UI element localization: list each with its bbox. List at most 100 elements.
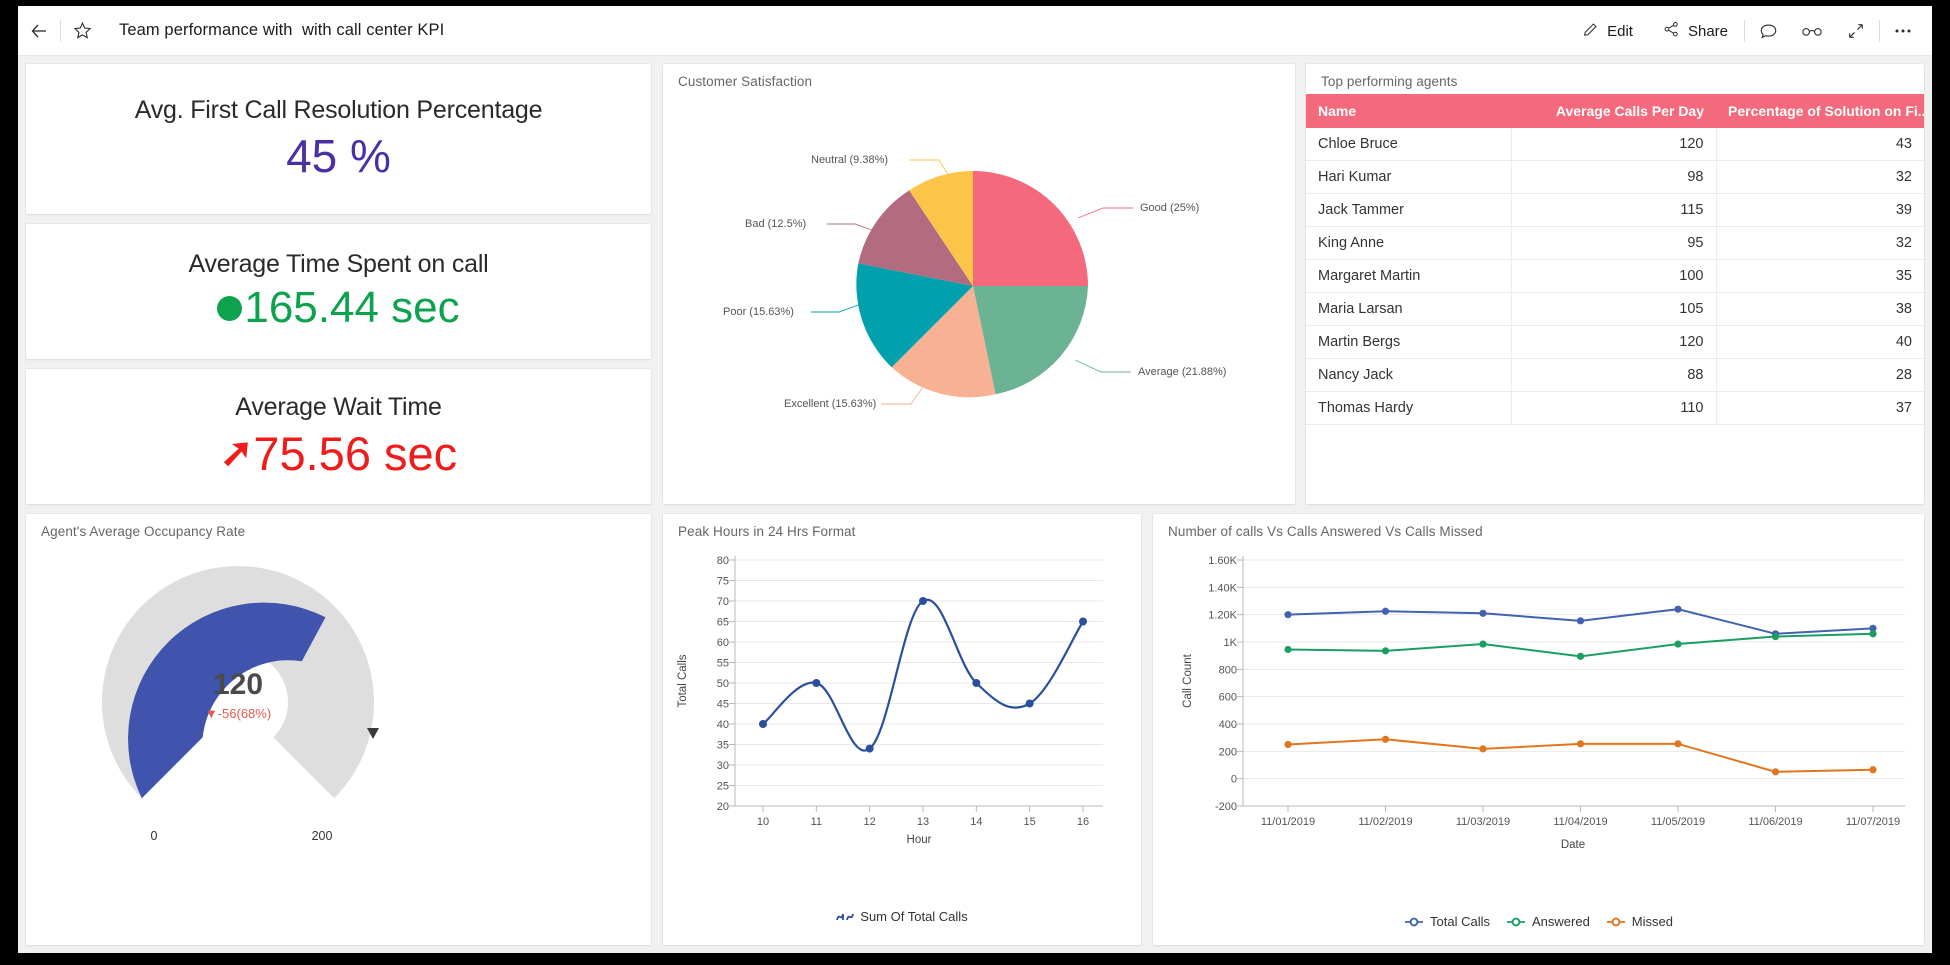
kpi-value: 165.44 sec	[244, 283, 460, 332]
kpi-card-avg-wait-time[interactable]: Average Wait Time ➚ 75.56 sec	[26, 369, 651, 504]
calls-series-group[interactable]	[1284, 605, 1877, 776]
agents-table-wrapper[interactable]: Name Average Calls Per Day Percentage of…	[1306, 94, 1924, 494]
calls-point-answered-3[interactable]	[1576, 652, 1585, 660]
table-row[interactable]: Maria Larsan 105 38	[1306, 292, 1924, 326]
cell-avg-calls: 105	[1511, 292, 1717, 326]
gauge-chart[interactable]: 120 ▼-56(68%) 0 200	[26, 542, 651, 937]
cell-pct-solution: 38	[1716, 292, 1924, 326]
calls-point-missed-3[interactable]	[1576, 740, 1585, 748]
cell-avg-calls: 110	[1511, 391, 1717, 425]
calls-point-total-calls-3[interactable]	[1576, 617, 1585, 625]
back-arrow-icon[interactable]	[18, 10, 60, 52]
panel-top-performing-agents[interactable]: Top performing agents Name Average Calls…	[1306, 64, 1924, 504]
peak-point-15[interactable]	[1025, 699, 1034, 708]
peak-x-tick: 11	[811, 816, 822, 828]
pie-leader-bad	[827, 223, 878, 233]
calls-point-total-calls-4[interactable]	[1674, 605, 1682, 613]
peak-point-12[interactable]	[865, 744, 874, 753]
kpi-card-first-call-resolution[interactable]: Avg. First Call Resolution Percentage 45…	[26, 64, 651, 214]
column-header-pct-solution[interactable]: Percentage of Solution on Fi...	[1716, 94, 1924, 128]
table-row[interactable]: Chloe Bruce 120 43	[1306, 128, 1924, 161]
table-row[interactable]: Margaret Martin 100 35	[1306, 259, 1924, 293]
kpi-card-avg-time-on-call[interactable]: Average Time Spent on call 165.44 sec	[26, 224, 651, 359]
table-row[interactable]: Jack Tammer 115 39	[1306, 193, 1924, 227]
table-row[interactable]: King Anne 95 32	[1306, 226, 1924, 260]
more-options-icon[interactable]	[1882, 10, 1924, 52]
calls-point-answered-6[interactable]	[1869, 630, 1877, 638]
peak-point-11[interactable]	[812, 679, 821, 687]
calls-point-total-calls-0[interactable]	[1284, 611, 1292, 619]
panel-peak-hours[interactable]: Peak Hours in 24 Hrs Format 20 25 30 35 40 45…	[663, 514, 1141, 945]
peak-y-tick: 35	[717, 740, 729, 752]
calls-point-total-calls-2[interactable]	[1479, 609, 1487, 617]
edit-button[interactable]: Edit	[1568, 13, 1647, 49]
calls-y-axis-title: Call Count	[1182, 653, 1194, 707]
cell-avg-calls: 100	[1511, 259, 1717, 293]
panel-customer-satisfaction[interactable]: Customer Satisfaction Good (25%) Average…	[663, 64, 1295, 504]
peak-x-tick: 16	[1077, 816, 1089, 828]
comment-icon[interactable]	[1747, 10, 1789, 52]
calls-x-axis-title: Date	[1561, 839, 1585, 851]
calls-point-missed-0[interactable]	[1284, 740, 1292, 749]
pie-label-bad: Bad (12.5%)	[745, 218, 807, 230]
pie-label-neutral: Neutral (9.38%)	[811, 154, 889, 166]
column-header-name[interactable]: Name	[1306, 94, 1511, 128]
calls-point-missed-1[interactable]	[1381, 735, 1390, 743]
legend-item-total-calls[interactable]: Total Calls	[1404, 914, 1490, 929]
calls-x-tick: 11/07/2019	[1846, 816, 1900, 828]
panel-occupancy-rate[interactable]: Agent's Average Occupancy Rate 120 ▼-56(…	[26, 514, 651, 945]
cell-name: Martin Bergs	[1306, 325, 1512, 359]
legend-label: Total Calls	[1430, 914, 1490, 929]
calls-point-missed-2[interactable]	[1479, 745, 1487, 753]
favorite-star-icon[interactable]	[61, 10, 103, 52]
kpi-label: Avg. First Call Resolution Percentage	[134, 95, 543, 124]
cell-avg-calls: 88	[1511, 358, 1717, 392]
calls-point-missed-4[interactable]	[1674, 740, 1682, 748]
legend-item-missed[interactable]: Missed	[1606, 914, 1673, 929]
panel-title: Peak Hours in 24 Hrs Format	[678, 524, 856, 539]
fullscreen-icon[interactable]	[1835, 10, 1877, 52]
calls-point-answered-2[interactable]	[1479, 640, 1487, 648]
agents-table: Name Average Calls Per Day Percentage of…	[1306, 94, 1924, 425]
calls-point-answered-4[interactable]	[1674, 640, 1682, 648]
share-icon	[1663, 21, 1680, 42]
calls-y-tick: 600	[1219, 692, 1237, 704]
peak-point-16[interactable]	[1079, 617, 1087, 626]
calls-x-axis: 11/01/2019 11/02/2019 11/03/2019 11/04/2019…	[1261, 806, 1900, 828]
column-header-avg-calls[interactable]: Average Calls Per Day	[1511, 94, 1716, 128]
peak-y-tick: 40	[717, 719, 729, 731]
cell-pct-solution: 40	[1716, 325, 1924, 359]
peak-data-points[interactable]	[759, 597, 1087, 753]
table-row[interactable]: Nancy Jack 88 28	[1306, 358, 1924, 392]
calls-x-tick: 11/04/2019	[1553, 816, 1607, 828]
calls-point-total-calls-1[interactable]	[1381, 607, 1390, 615]
share-button[interactable]: Share	[1649, 13, 1742, 49]
table-row[interactable]: Thomas Hardy 110 37	[1306, 391, 1924, 425]
table-row[interactable]: Hari Kumar 98 32	[1306, 160, 1924, 194]
pie-chart[interactable]	[663, 96, 1295, 496]
legend-label: Sum Of Total Calls	[860, 909, 968, 924]
reading-view-glasses-icon[interactable]	[1791, 10, 1833, 52]
calls-y-tick: 1.60K	[1208, 555, 1237, 567]
calls-point-answered-1[interactable]	[1381, 647, 1390, 655]
calls-chart[interactable]: 1.60K 1.40K 1.20K 1K 800 600 400 200 0 -200 11/01…	[1153, 538, 1924, 903]
legend-item-sum-of-total-calls[interactable]: Sum Of Total Calls	[836, 909, 968, 924]
panel-calls-comparison[interactable]: Number of calls Vs Calls Answered Vs Cal…	[1153, 514, 1924, 945]
peak-point-13[interactable]	[919, 597, 927, 605]
peak-x-axis: 10 11 12 13 14 15 16	[757, 806, 1089, 828]
calls-point-missed-5[interactable]	[1771, 768, 1780, 776]
legend-item-answered[interactable]: Answered	[1506, 914, 1590, 929]
kpi-content: Avg. First Call Resolution Percentage 45…	[26, 64, 651, 214]
pie-leader-neutral	[909, 159, 950, 177]
calls-point-missed-6[interactable]	[1869, 766, 1877, 774]
table-row[interactable]: Martin Bergs 120 40	[1306, 325, 1924, 359]
peak-hours-chart[interactable]: 20253035404550556065707580 10 11 12 13 14 15 1…	[663, 538, 1141, 898]
calls-y-tick: 1.20K	[1208, 610, 1237, 622]
peak-point-14[interactable]	[972, 679, 981, 687]
report-frame: Team performance with with call center K…	[18, 6, 1932, 953]
calls-point-answered-0[interactable]	[1284, 645, 1292, 654]
pie-slice-good[interactable]	[973, 171, 1088, 286]
cell-pct-solution: 32	[1716, 160, 1924, 194]
peak-point-10[interactable]	[759, 720, 767, 728]
calls-point-answered-5[interactable]	[1771, 632, 1780, 641]
